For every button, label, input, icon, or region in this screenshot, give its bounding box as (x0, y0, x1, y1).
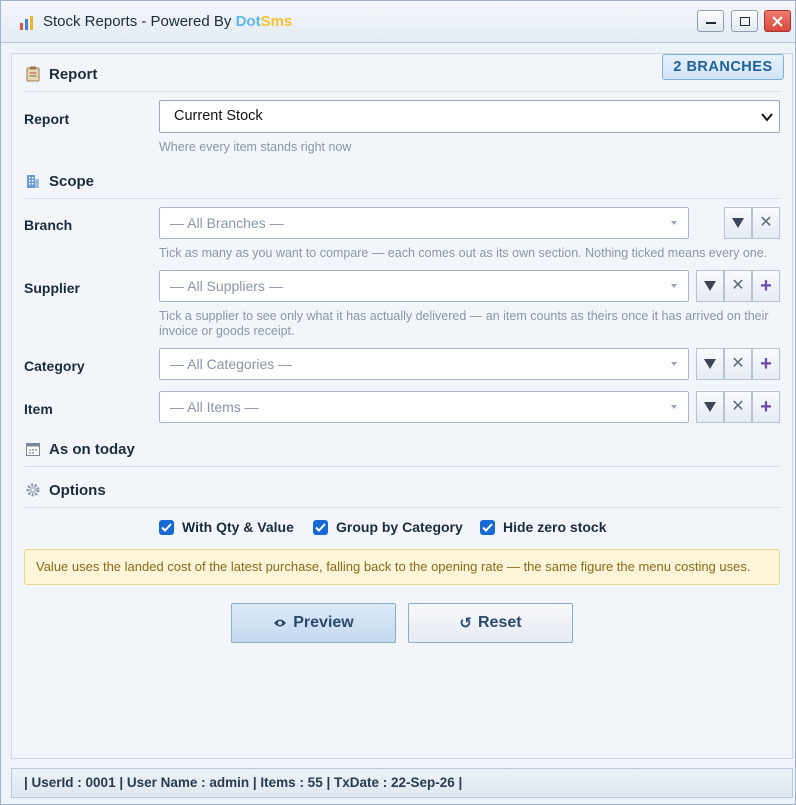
branch-label: Branch (24, 217, 73, 233)
branch-clear-button[interactable]: ✕ (752, 207, 780, 239)
stock-reports-window: Stock Reports - Powered By DotSms 2 BRAN… (0, 0, 796, 805)
plus-icon: + (760, 275, 772, 297)
option-hide-zero[interactable]: Hide zero stock (480, 518, 606, 536)
branch-hint: Tick as many as you want to compare — ea… (159, 246, 768, 260)
bar-chart-icon (20, 16, 33, 30)
status-bar: | UserId : 0001 | User Name : admin | It… (11, 768, 793, 798)
item-label: Item (24, 401, 53, 417)
option-group-category[interactable]: Group by Category (313, 518, 463, 536)
item-clear-button[interactable]: ✕ (724, 391, 752, 423)
supplier-hint-line2: invoice or goods receipt. (159, 324, 295, 338)
option-group-category-label: Group by Category (336, 519, 463, 535)
category-label: Category (24, 358, 85, 374)
supplier-hint-line1: Tick a supplier to see only what it has … (159, 309, 769, 323)
gear-icon (26, 483, 40, 497)
minimize-button[interactable] (697, 10, 724, 32)
triangle-down-icon (732, 218, 744, 228)
supplier-clear-button[interactable]: ✕ (724, 270, 752, 302)
reset-icon: ↺ (459, 615, 472, 632)
plus-icon: + (760, 353, 772, 375)
supplier-placeholder: — All Suppliers — (170, 278, 283, 294)
window-title: Stock Reports - Powered By DotSms (43, 13, 292, 30)
report-label: Report (24, 111, 70, 127)
brand-part-sms: Sms (260, 13, 293, 30)
category-dropdown-button[interactable] (696, 348, 724, 380)
section-title-report: Report (49, 66, 98, 83)
caret-down-icon (671, 284, 677, 288)
title-prefix: Stock Reports - Powered By (43, 13, 236, 30)
section-title-scope: Scope (49, 173, 95, 190)
category-add-button[interactable]: + (752, 348, 780, 380)
caret-down-icon (671, 405, 677, 409)
section-options: Options (25, 482, 780, 508)
triangle-down-icon (704, 281, 716, 291)
branch-combo[interactable]: — All Branches — (159, 207, 689, 239)
calendar-icon (26, 443, 40, 456)
section-report: Report (25, 66, 780, 92)
preview-label: Preview (293, 614, 354, 631)
item-placeholder: — All Items — (170, 399, 259, 415)
checkbox-checked-icon[interactable] (313, 519, 328, 535)
chevron-down-icon (761, 113, 773, 122)
preview-button[interactable]: Preview (231, 603, 396, 643)
option-qty-value-label: With Qty & Value (182, 519, 294, 535)
branch-dropdown-button[interactable] (724, 207, 752, 239)
supplier-combo[interactable]: — All Suppliers — (159, 270, 689, 302)
clear-icon: ✕ (731, 355, 745, 372)
report-hint: Where every item stands right now (159, 140, 352, 154)
report-select[interactable]: Current Stock (159, 100, 780, 133)
close-icon (772, 15, 783, 27)
supplier-add-button[interactable]: + (752, 270, 780, 302)
item-combo[interactable]: — All Items — (159, 391, 689, 423)
caret-down-icon (671, 221, 677, 225)
building-icon (27, 175, 39, 188)
category-combo[interactable]: — All Categories — (159, 348, 689, 380)
option-hide-zero-label: Hide zero stock (503, 519, 607, 535)
eye-icon (274, 619, 287, 627)
triangle-down-icon (704, 359, 716, 369)
clear-icon: ✕ (731, 398, 745, 415)
category-clear-button[interactable]: ✕ (724, 348, 752, 380)
clear-icon: ✕ (731, 277, 745, 294)
clipboard-icon (26, 66, 40, 82)
triangle-down-icon (704, 402, 716, 412)
item-dropdown-button[interactable] (696, 391, 724, 423)
section-scope: Scope (25, 173, 780, 199)
title-bar[interactable]: Stock Reports - Powered By DotSms (1, 1, 795, 43)
checkbox-checked-icon[interactable] (159, 519, 174, 535)
caret-down-icon (671, 362, 677, 366)
reset-button[interactable]: ↺ Reset (408, 603, 573, 643)
item-add-button[interactable]: + (752, 391, 780, 423)
section-title-as-on: As on today (49, 441, 135, 458)
category-placeholder: — All Categories — (170, 356, 293, 372)
clear-icon: ✕ (759, 214, 773, 231)
close-button[interactable] (764, 10, 791, 32)
report-select-value: Current Stock (174, 108, 263, 124)
reset-label: Reset (478, 614, 522, 631)
supplier-dropdown-button[interactable] (696, 270, 724, 302)
plus-icon: + (760, 396, 772, 418)
maximize-button[interactable] (731, 10, 758, 32)
costing-note: Value uses the landed cost of the latest… (24, 549, 780, 585)
supplier-label: Supplier (24, 280, 81, 296)
brand-part-dot: Dot (235, 13, 261, 30)
branch-placeholder: — All Branches — (170, 215, 284, 231)
checkbox-checked-icon[interactable] (480, 519, 495, 535)
section-title-options: Options (49, 482, 106, 499)
brand-name: DotSms (236, 13, 293, 30)
section-as-on: As on today (25, 441, 780, 467)
minimize-icon (705, 22, 716, 24)
option-qty-value[interactable]: With Qty & Value (159, 518, 294, 536)
maximize-icon (739, 16, 750, 26)
